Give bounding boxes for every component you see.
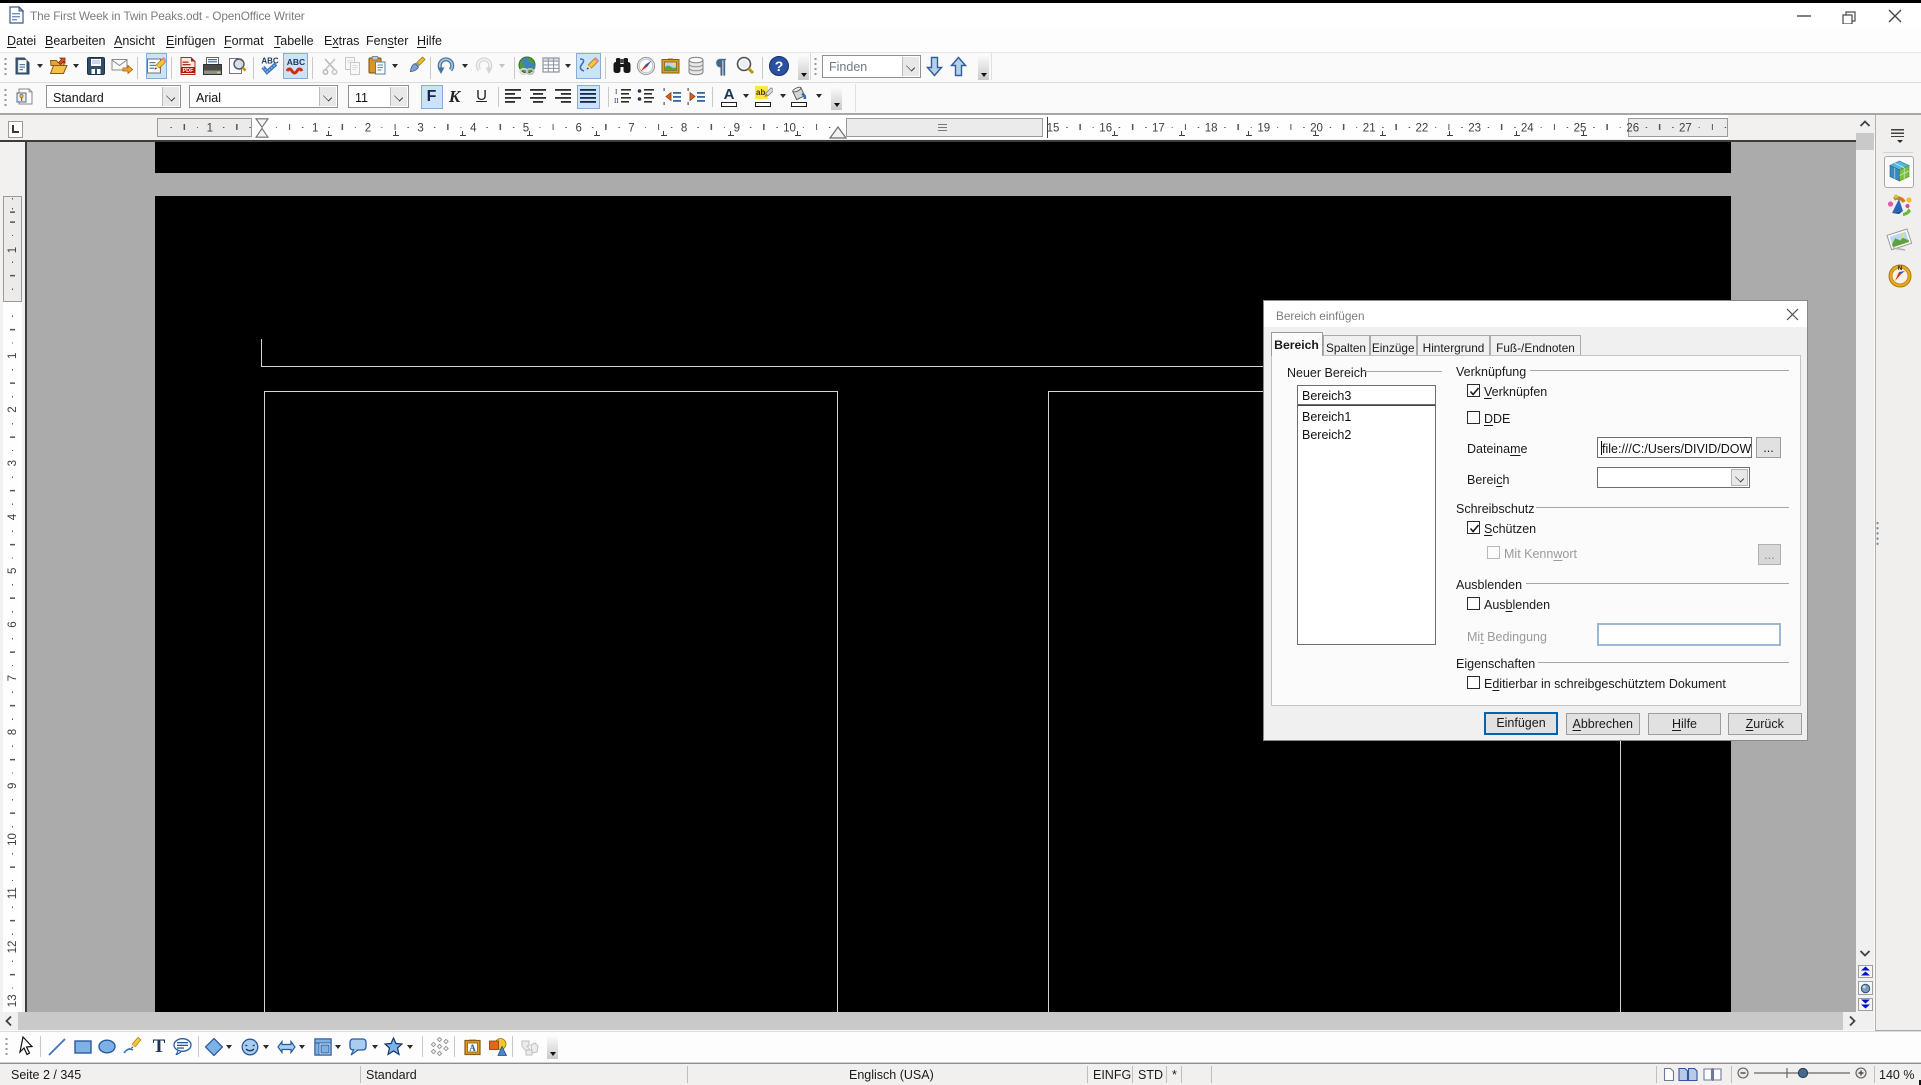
svg-text:I: I — [615, 88, 618, 96]
svg-text:5: 5 — [7, 568, 19, 574]
svg-text:9: 9 — [7, 783, 19, 789]
svg-text:23: 23 — [1468, 123, 1481, 135]
svg-text:19: 19 — [1257, 123, 1270, 135]
svg-text:5: 5 — [523, 123, 529, 135]
svg-text:N: N — [1898, 266, 1902, 272]
svg-text:20: 20 — [1310, 123, 1323, 135]
svg-text:2: 2 — [365, 123, 371, 135]
svg-text:3: 3 — [417, 123, 423, 135]
svg-text:16: 16 — [1099, 123, 1112, 135]
svg-text:11: 11 — [7, 887, 19, 899]
svg-text:4: 4 — [470, 123, 477, 135]
svg-text:15: 15 — [1047, 123, 1060, 135]
svg-text:ABC: ABC — [287, 57, 305, 67]
svg-text:4: 4 — [7, 513, 19, 520]
svg-text:ABC: ABC — [261, 57, 279, 66]
svg-text:10: 10 — [7, 833, 19, 846]
svg-text:8: 8 — [681, 123, 687, 135]
svg-text:8: 8 — [7, 729, 19, 735]
svg-text:17: 17 — [1152, 123, 1165, 135]
svg-text:22: 22 — [1416, 123, 1429, 135]
svg-text:A: A — [469, 1043, 476, 1053]
svg-text:II: II — [614, 97, 619, 105]
svg-text:26: 26 — [1626, 123, 1639, 135]
svg-text:12: 12 — [7, 941, 19, 954]
svg-text:PDF: PDF — [183, 68, 195, 74]
svg-text:1: 1 — [207, 123, 213, 135]
svg-text:3: 3 — [7, 460, 19, 466]
svg-text:2: 2 — [7, 406, 19, 412]
svg-text:10: 10 — [783, 123, 796, 135]
svg-text:ab: ab — [756, 88, 765, 97]
svg-text:1: 1 — [7, 247, 19, 253]
svg-text:24: 24 — [1521, 123, 1534, 135]
svg-text:1: 1 — [312, 123, 318, 135]
svg-text:7: 7 — [7, 675, 19, 681]
svg-text:?: ? — [775, 58, 784, 74]
svg-text:6: 6 — [575, 123, 581, 135]
svg-text:18: 18 — [1205, 123, 1218, 135]
svg-text:9: 9 — [734, 123, 740, 135]
svg-text:27: 27 — [1679, 123, 1692, 135]
svg-text:6: 6 — [7, 621, 19, 627]
svg-text:1: 1 — [7, 353, 19, 359]
svg-text:7: 7 — [628, 123, 634, 135]
svg-text:21: 21 — [1363, 123, 1376, 135]
svg-text:13: 13 — [7, 994, 19, 1007]
